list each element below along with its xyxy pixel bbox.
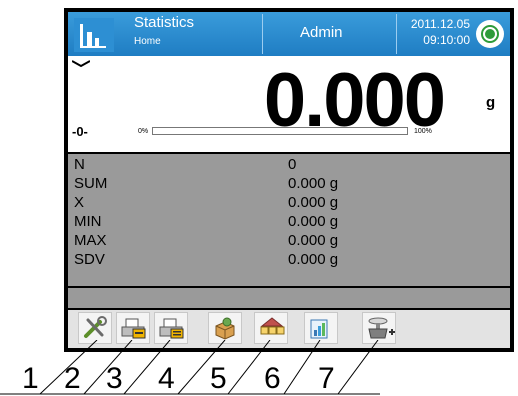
info-strip (68, 288, 510, 308)
chart-icon (310, 319, 328, 339)
print-report-icon (159, 318, 184, 339)
stat-value: 0.000 g (288, 232, 339, 249)
breadcrumb-home[interactable]: Home (134, 36, 161, 47)
load-bargraph (152, 127, 408, 135)
screen-title: Statistics (134, 14, 195, 31)
callout-number: 7 (318, 362, 335, 395)
weight-unit[interactable]: g (486, 94, 495, 111)
callout-number: 5 (210, 362, 227, 395)
date-label: 2011.12.05 (410, 17, 470, 31)
stat-name: X (74, 194, 85, 211)
stat-row: SUM 0.000 g (68, 175, 510, 194)
statistics-app-icon[interactable] (74, 18, 114, 52)
stat-name: SDV (74, 251, 105, 268)
stat-value: 0.000 g (288, 251, 339, 268)
date-time: 2011.12.05 09:10:00 (406, 16, 470, 48)
stat-name: SUM (74, 175, 108, 192)
callout-number: 2 (64, 362, 81, 395)
top-bar: Statistics Home Admin 2011.12.05 09:10:0… (68, 12, 510, 56)
scale-add-icon (368, 317, 395, 339)
status-dot (485, 29, 495, 39)
weighing-window: 0.000 g -0- 0% 100% (68, 56, 510, 152)
header-divider (262, 14, 263, 54)
product-database-icon (260, 317, 285, 335)
header-divider (396, 14, 397, 54)
stat-row: MAX 0.000 g (68, 232, 510, 251)
stat-row: SDV 0.000 g (68, 251, 510, 270)
stat-row: N 0 (68, 156, 510, 175)
callout-number: 1 (22, 362, 39, 395)
stat-name: MAX (74, 232, 107, 249)
stat-value: 0.000 g (288, 213, 339, 230)
callout-number: 6 (264, 362, 281, 395)
stat-name: MIN (74, 213, 102, 230)
product-box-icon (215, 317, 235, 340)
statistics-table: N 0 SUM 0.000 g X 0.000 g MIN 0.000 g MA… (68, 154, 510, 286)
stability-marker-icon (72, 60, 90, 68)
zero-indicator: -0- (72, 124, 88, 139)
stat-value: 0 (288, 156, 297, 173)
stat-name: N (74, 156, 85, 173)
stat-row: X 0.000 g (68, 194, 510, 213)
tools-icon (84, 316, 107, 338)
bar-min-label: 0% (138, 128, 149, 135)
time-label: 09:10:00 (423, 33, 470, 47)
bar-max-label: 100% (414, 128, 432, 135)
callout-number: 4 (158, 362, 175, 395)
print-icon (121, 318, 146, 339)
stat-row: MIN 0.000 g (68, 213, 510, 232)
stat-value: 0.000 g (288, 194, 339, 211)
status-icon[interactable] (476, 20, 504, 48)
stat-value: 0.000 g (288, 175, 339, 192)
logged-user[interactable]: Admin (300, 24, 343, 41)
callout-number: 3 (106, 362, 123, 395)
terminal-screen: Statistics Home Admin 2011.12.05 09:10:0… (64, 8, 514, 352)
